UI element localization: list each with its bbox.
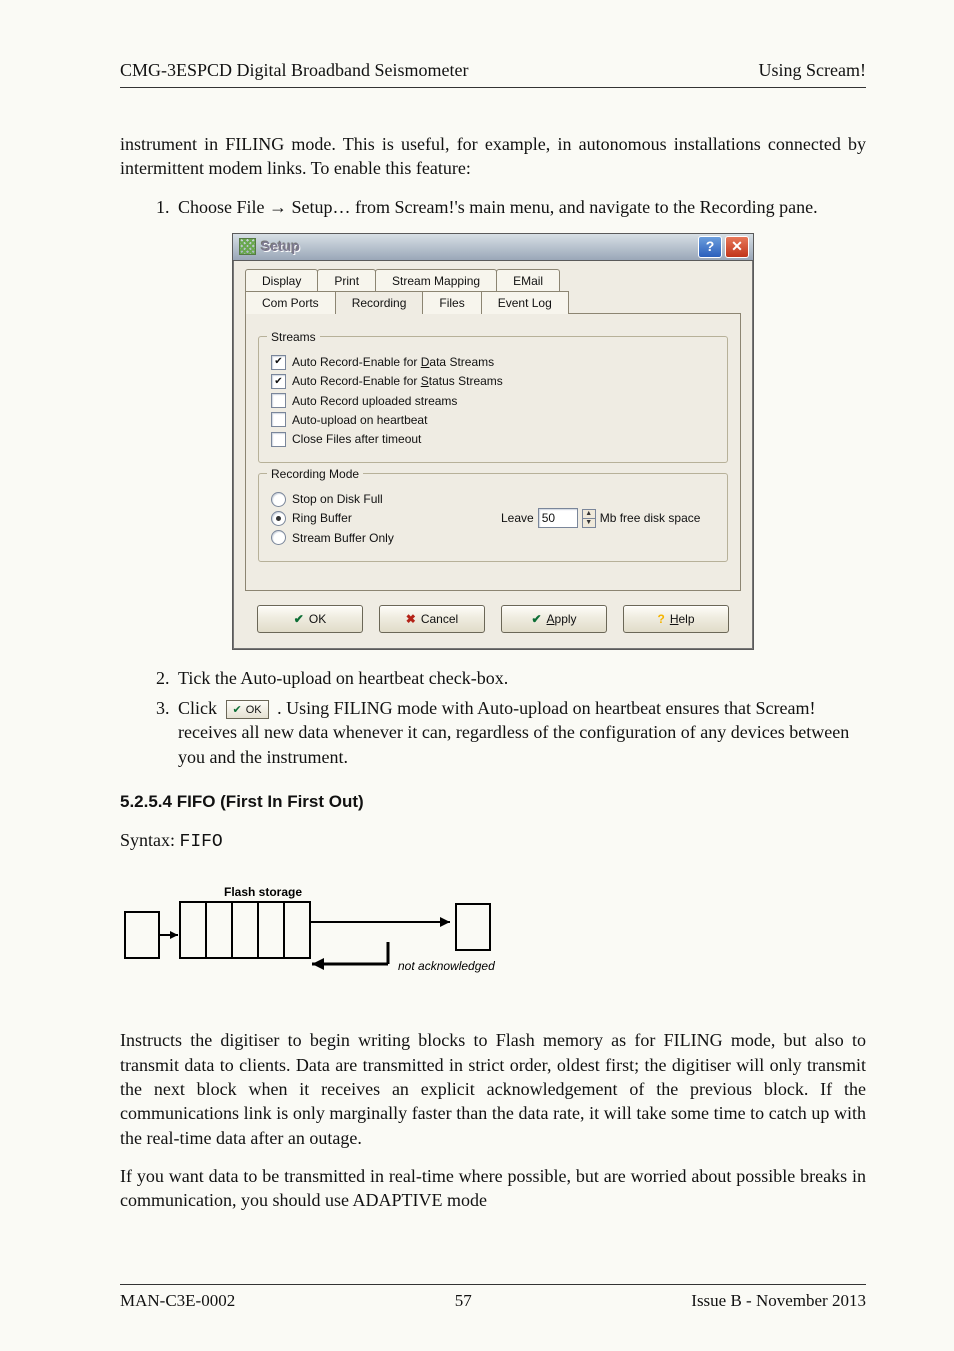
fifo-heading: 5.2.5.4 FIFO (First In First Out) [120,791,866,814]
tab-email[interactable]: EMail [496,269,560,292]
chapter-title: Using Scream! [759,60,866,81]
checkbox-row-3: Auto-upload on heartbeat [271,412,715,428]
checkbox-1[interactable]: ✔ [271,374,286,389]
dialog-title: Setup [261,237,300,256]
tab-event-log[interactable]: Event Log [481,291,569,314]
tab-display[interactable]: Display [245,269,318,292]
radio-label-0: Stop on Disk Full [292,491,383,507]
footer-center: 57 [455,1291,472,1311]
dialog-titlebar: Setup ? ✕ [233,234,753,261]
step-3: Click ✔ OK . Using FILING mode with Auto… [174,696,866,769]
page-footer: MAN-C3E-0002 57 Issue B - November 2013 [120,1284,866,1311]
tab-recording[interactable]: Recording [335,291,424,314]
inline-ok-button: ✔ OK [226,700,269,719]
question-icon: ? [657,611,664,627]
fifo-para-1: Instructs the digitiser to begin writing… [120,1028,866,1149]
titlebar-help-button[interactable]: ? [698,236,722,258]
checkbox-label-2: Auto Record uploaded streams [292,393,457,409]
group-streams: Streams ✔Auto Record-Enable for Data Str… [258,336,728,463]
fifo-para-2: If you want data to be transmitted in re… [120,1164,866,1213]
tab-stream-mapping[interactable]: Stream Mapping [375,269,497,292]
checkbox-label-1: Auto Record-Enable for Status Streams [292,373,503,389]
cancel-button-label: Cancel [421,611,458,627]
setup-dialog: Setup ? ✕ DisplayPrintStream MappingEMai… [232,233,754,650]
checkbox-label-0: Auto Record-Enable for Data Streams [292,354,494,370]
radio-row-0: Stop on Disk Full [271,491,431,507]
radio-row-2: Stream Buffer Only [271,530,431,546]
tab-print[interactable]: Print [317,269,376,292]
spinner-down-icon[interactable]: ▼ [583,519,595,527]
radio-1[interactable] [271,511,286,526]
spinner-up-icon[interactable]: ▲ [583,510,595,519]
tab-panel-recording: Streams ✔ Auto Record-Enable for Data Str… [245,313,741,591]
radio-0[interactable] [271,492,286,507]
intro-paragraph: instrument in FILING mode. This is usefu… [120,132,866,181]
checkbox-label-4: Close Files after timeout [292,431,421,447]
apply-button-label: Apply [547,611,577,627]
radio-2[interactable] [271,530,286,545]
cancel-button[interactable]: ✖ Cancel [379,605,485,633]
ok-button[interactable]: ✔ OK [257,605,363,633]
checkbox-label-3: Auto-upload on heartbeat [292,412,427,428]
step-1: Choose File → Setup… from Scream!'s main… [174,195,866,219]
checkbox-3[interactable] [271,412,286,427]
fifo-diagram: Flash storage not acknowledged [120,874,540,994]
x-icon: ✖ [406,611,416,627]
checkbox-row-2: Auto Record uploaded streams [271,393,715,409]
footer-left: MAN-C3E-0002 [120,1291,235,1311]
radio-label-2: Stream Buffer Only [292,530,394,546]
checkbox-2[interactable] [271,393,286,408]
not-ack-label: not acknowledged [398,959,495,973]
help-button[interactable]: ? Help [623,605,729,633]
ok-button-label: OK [309,611,326,627]
fifo-syntax: Syntax: FIFO [120,828,866,854]
leave-label: Leave [501,510,534,526]
checkbox-row-1: ✔ Auto Record-Enable for Status Streams [271,373,715,389]
check-icon: ✔ [531,611,541,627]
apply-button[interactable]: ✔ Apply [501,605,607,633]
titlebar-close-button[interactable]: ✕ [725,236,749,258]
leave-spinner[interactable]: ▲ ▼ [582,509,596,528]
doc-title: CMG-3ESPCD Digital Broadband Seismometer [120,60,468,81]
leave-value-input[interactable]: 50 [538,508,578,528]
tab-files[interactable]: Files [422,291,481,314]
footer-right: Issue B - November 2013 [691,1291,866,1311]
checkbox-row-4: Close Files after timeout [271,431,715,447]
check-icon: ✔ [294,611,304,627]
page-header: CMG-3ESPCD Digital Broadband Seismometer… [120,60,866,88]
check-icon: ✔ [233,703,242,718]
help-button-label: Help [670,611,695,627]
group-recording-mode: Recording Mode Stop on Disk FullRing Buf… [258,473,728,562]
leave-free-space-field: Leave 50 ▲ ▼ Mb free disk space [501,508,700,528]
app-icon [239,238,256,255]
leave-unit: Mb free disk space [600,510,701,526]
step-2: Tick the Auto-upload on heartbeat check-… [174,666,866,690]
tab-com-ports[interactable]: Com Ports [245,291,336,314]
checkbox-4[interactable] [271,432,286,447]
radio-label-1: Ring Buffer [292,510,352,526]
checkbox-0[interactable]: ✔ [271,355,286,370]
radio-row-1: Ring Buffer [271,510,431,526]
group-recmode-legend: Recording Mode [267,466,363,482]
flash-storage-label: Flash storage [224,885,302,899]
checkbox-row-0: ✔ Auto Record-Enable for Data Streams [271,354,715,370]
group-streams-legend: Streams [267,329,320,345]
